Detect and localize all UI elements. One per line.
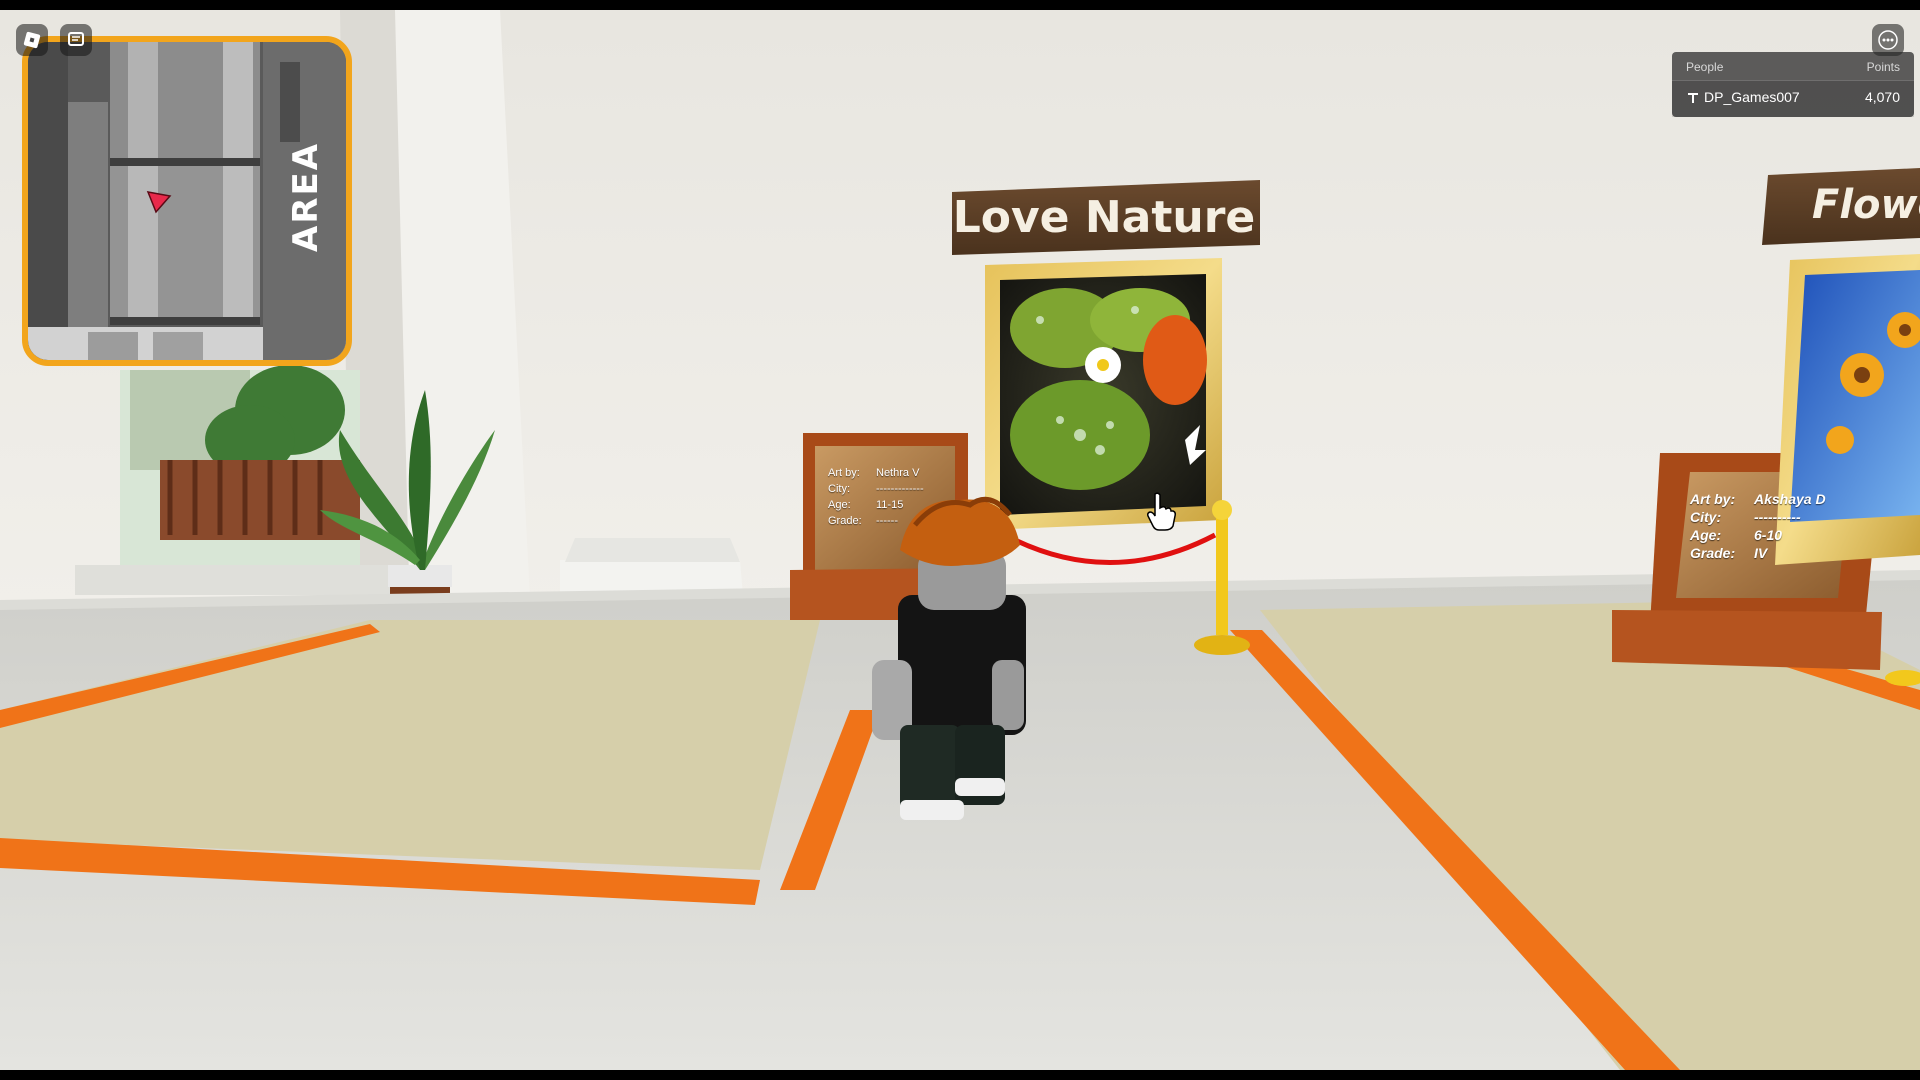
leaderboard-header: People Points [1672, 52, 1914, 81]
sign-flowers: Flowe [1812, 182, 1920, 228]
grade-value: ------ [876, 515, 898, 527]
people-header: People [1686, 60, 1724, 74]
plaque-left-text: Art by: Nethra V City: ------------- Age: 1… [828, 465, 924, 529]
chat-button[interactable] [60, 24, 92, 56]
sign-love-nature: Love Nature [953, 192, 1256, 243]
hand-cursor-icon [1147, 492, 1176, 531]
age-label: Age: [828, 499, 851, 511]
art-by-label: Art by: [1690, 491, 1736, 507]
player-points: 4,070 [1864, 89, 1900, 105]
roblox-menu-button[interactable] [16, 24, 48, 56]
chat-icon [68, 32, 84, 46]
age-value: 11-15 [876, 499, 904, 511]
city-label: City: [1690, 509, 1722, 525]
grade-label: Grade: [828, 515, 862, 527]
art-by-label: Art by: [828, 467, 860, 479]
minimap-area-label: AREA [286, 141, 326, 252]
plaque-right-text: Art by: Akshaya D City: ---------- Age: 6-1… [1690, 490, 1826, 562]
points-header: Points [1866, 60, 1900, 74]
grade-value: IV [1754, 545, 1768, 561]
player-name: DP_Games007 [1704, 89, 1800, 105]
city-value: ------------- [876, 483, 924, 495]
artist-name: Nethra V [876, 467, 920, 479]
leaderboard-row[interactable]: DP_Games007 4,070 [1672, 81, 1914, 117]
minimap[interactable]: AREA [22, 36, 352, 366]
player-badge-icon [1688, 93, 1698, 103]
age-value: 6-10 [1754, 527, 1783, 543]
city-value: ---------- [1754, 509, 1801, 525]
leaderboard[interactable]: People Points DP_Games007 4,070 [1672, 52, 1914, 117]
roblox-logo-icon [23, 31, 41, 49]
city-label: City: [828, 483, 850, 495]
more-icon [1878, 30, 1898, 50]
game-viewport[interactable]: Love Nature Flowe [0, 10, 1920, 1070]
artist-name: Akshaya D [1754, 491, 1826, 507]
age-label: Age: [1690, 527, 1722, 543]
grade-label: Grade: [1690, 545, 1736, 561]
